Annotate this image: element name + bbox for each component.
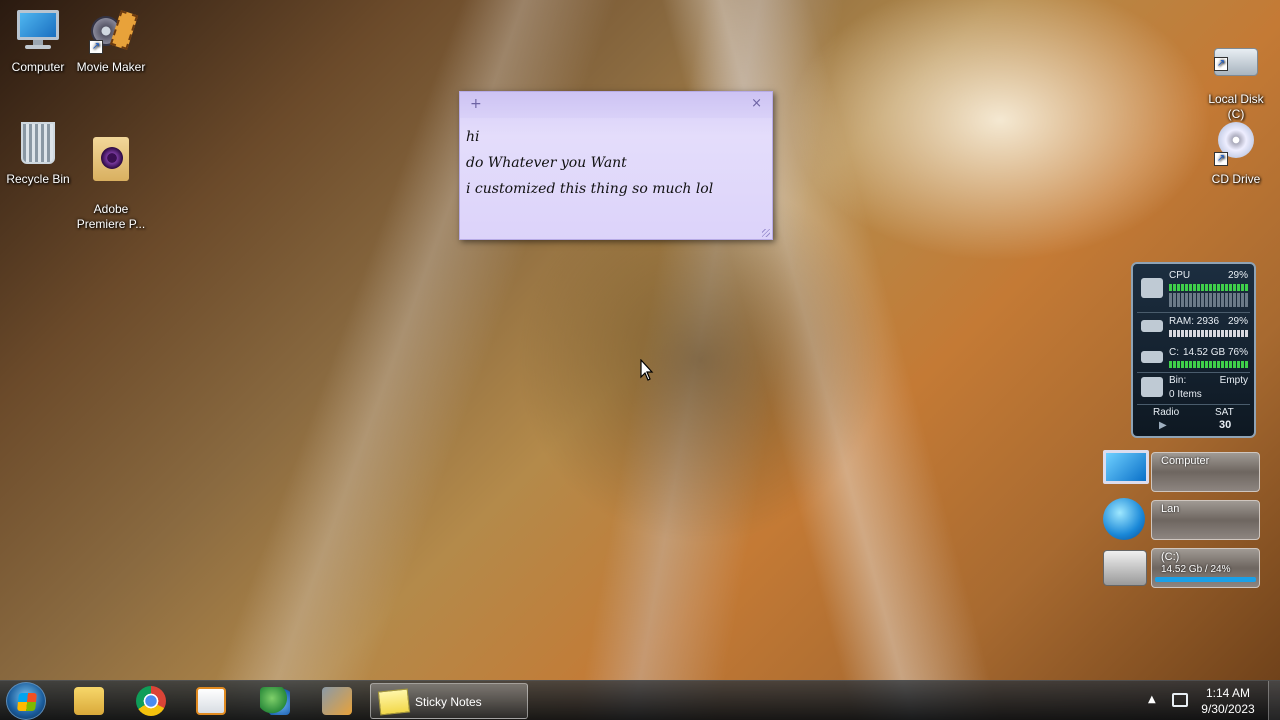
ram-icon (1141, 320, 1163, 332)
movie-maker-icon (322, 687, 352, 715)
taskbar-sticky-notes[interactable]: Sticky Notes (370, 683, 528, 719)
cpu-meter-3 (1169, 300, 1248, 307)
ram-label: RAM: 2936 (1169, 316, 1220, 327)
disk-label: C: (1169, 347, 1179, 358)
taskbar-explorer[interactable] (62, 683, 116, 719)
desktop-icon-local-disk[interactable]: ↗ Local Disk (C) (1198, 12, 1274, 137)
movie-maker-icon: ↗ (87, 10, 139, 54)
disk-meter (1169, 361, 1248, 368)
ram-value: 29% (1227, 316, 1248, 327)
radio-play-button[interactable]: ▶ (1159, 420, 1167, 431)
drive-usage-bar (1155, 577, 1256, 582)
chrome-icon (136, 686, 166, 716)
shortcut-arrow-icon: ↗ (1214, 57, 1228, 71)
desktop-icon-label: Computer (11, 60, 65, 74)
desktop-icon-premiere[interactable]: Adobe Premiere P... (73, 122, 149, 247)
taskbar-messenger[interactable] (248, 683, 302, 719)
show-desktop-button[interactable] (1268, 681, 1280, 720)
lan-gadget-label: Lan (1161, 503, 1180, 515)
bin-status: Empty (1219, 375, 1248, 386)
recycle-bin-icon (1141, 377, 1163, 397)
globe-icon (1103, 498, 1151, 542)
premiere-icon (87, 137, 135, 181)
sticky-note-window[interactable]: + × hi do Whatever you Want i customized… (459, 91, 773, 240)
disk-value: 14.52 GB 76% (1182, 347, 1248, 358)
note-line: do Whatever you Want (466, 155, 627, 171)
desktop-icon-label: Movie Maker (76, 60, 146, 74)
add-note-button[interactable]: + (470, 96, 482, 112)
cpu-value: 29% (1227, 270, 1248, 281)
bin-label: Bin: (1169, 375, 1187, 386)
desktop-icon-movie-maker[interactable]: ↗ Movie Maker (73, 10, 149, 75)
radio-label: Radio (1153, 407, 1180, 418)
sticky-note-titlebar[interactable]: + × (460, 92, 772, 118)
sticky-notes-icon (377, 688, 411, 716)
computer-icon (14, 10, 62, 54)
desktop-icon-label: Adobe Premiere P... (76, 202, 146, 231)
computer-gadget[interactable]: Computer (1103, 450, 1260, 494)
cd-drive-icon: ↗ (1212, 122, 1260, 166)
computer-gadget-label: Computer (1161, 455, 1210, 467)
media-player-icon (196, 687, 226, 715)
taskbar-media-player[interactable] (184, 683, 238, 719)
drive-gadget-usage: 14.52 Gb / 24% (1161, 564, 1231, 575)
taskbar-chrome[interactable] (124, 683, 178, 719)
network-icon[interactable] (1172, 693, 1188, 707)
calendar-day: SAT (1215, 407, 1234, 418)
drive-gadget-name: (C:) (1161, 551, 1180, 563)
cpu-meter-2 (1169, 293, 1248, 300)
note-line: hi (466, 129, 480, 145)
clock-date: 9/30/2023 (1201, 702, 1255, 716)
shortcut-arrow-icon: ↗ (89, 40, 103, 54)
clock-time: 1:14 AM (1205, 686, 1251, 700)
desktop-icon-recycle-bin[interactable]: Recycle Bin (0, 122, 76, 187)
ram-meter (1169, 330, 1248, 337)
start-button[interactable] (6, 682, 46, 720)
taskbar-movie-maker[interactable] (310, 683, 364, 719)
taskbar-window-label: Sticky Notes (415, 695, 482, 709)
lan-gadget[interactable]: Lan (1103, 498, 1260, 542)
taskbar: Sticky Notes ▲ 1:14 AM 9/30/2023 (0, 680, 1280, 720)
clock[interactable]: 1:14 AM 9/30/2023 (1196, 685, 1260, 717)
cpu-meter (1169, 284, 1248, 291)
folder-icon (74, 687, 104, 715)
sticky-note-text[interactable]: hi do Whatever you Want i customized thi… (460, 118, 772, 208)
calendar-date: 30 (1219, 419, 1232, 431)
hard-drive-icon (1103, 546, 1151, 590)
shortcut-arrow-icon: ↗ (1214, 152, 1228, 166)
cpu-label: CPU (1169, 270, 1191, 281)
drive-gadget[interactable]: (C:) 14.52 Gb / 24% (1103, 546, 1260, 590)
desktop-icon-label: Recycle Bin (6, 172, 70, 186)
computer-monitor-icon (1103, 450, 1151, 494)
messenger-icon (260, 687, 290, 715)
note-line: i customized this thing so much lol (466, 181, 714, 197)
desktop-icon-computer[interactable]: Computer (0, 10, 76, 75)
windows-logo-icon (17, 693, 37, 711)
bin-items: 0 Items (1169, 389, 1202, 400)
desktop-icon-label: CD Drive (1211, 172, 1261, 186)
cpu-icon (1141, 278, 1163, 298)
tray-expand-icon[interactable]: ▲ (1148, 694, 1156, 705)
close-note-button[interactable]: × (751, 96, 762, 111)
system-monitor-gadget[interactable]: CPU 29% RAM: 2936 29% C: 14.52 GB 76% Bi… (1131, 262, 1256, 438)
desktop-icon-cd-drive[interactable]: ↗ CD Drive (1198, 122, 1274, 187)
resize-grip-icon[interactable] (762, 229, 770, 237)
recycle-bin-icon (14, 122, 62, 166)
hard-disk-icon: ↗ (1212, 27, 1260, 76)
disk-icon (1141, 351, 1163, 363)
